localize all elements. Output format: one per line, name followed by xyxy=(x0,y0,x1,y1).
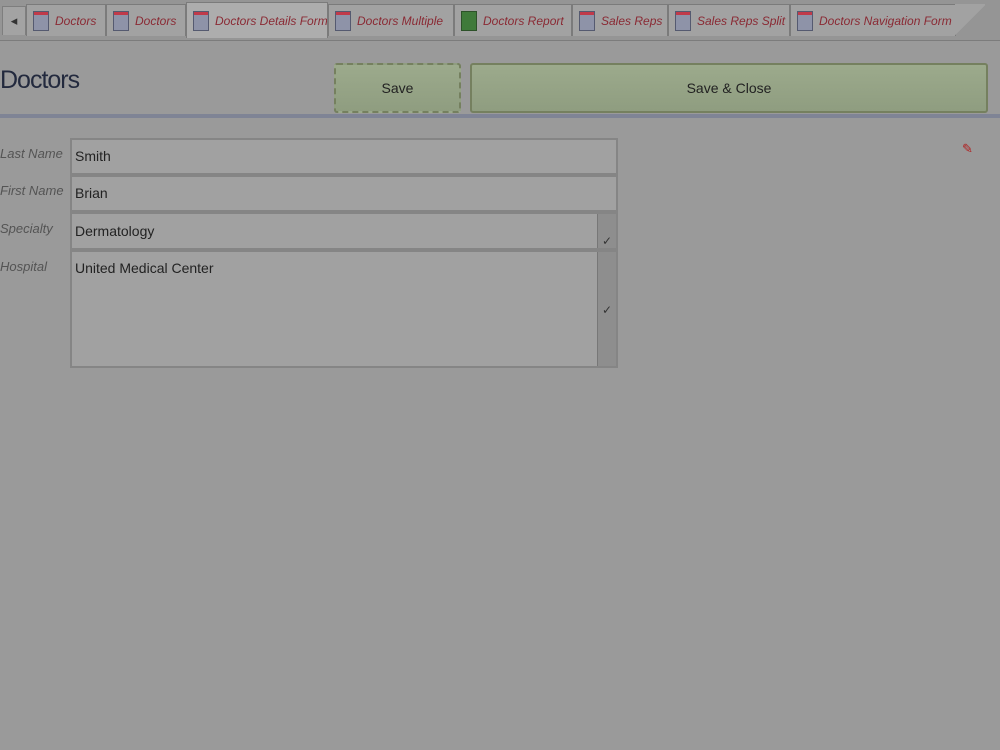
tab-label: Sales Reps xyxy=(601,13,663,28)
form-icon xyxy=(675,10,691,31)
first-name-field[interactable]: Brian xyxy=(70,175,618,212)
form-icon xyxy=(193,10,209,31)
save-and-close-button[interactable]: Save & Close xyxy=(470,63,988,113)
save-button[interactable]: Save xyxy=(334,63,461,113)
tab-strip: ◂ Doctors Doctors Doctors Details Form D… xyxy=(0,0,1000,41)
tab-label: Doctors xyxy=(135,13,177,28)
table-icon xyxy=(113,10,129,31)
tab-label: Doctors xyxy=(55,13,97,28)
specialty-value: Dermatology xyxy=(75,223,155,239)
hospital-value: United Medical Center xyxy=(75,260,214,276)
chevron-down-icon: ✓ xyxy=(601,303,612,317)
form-icon xyxy=(797,10,813,31)
tab-doctors-multiple[interactable]: Doctors Multiple xyxy=(328,4,454,36)
last-name-label: Last Name xyxy=(0,146,63,161)
tab-sales-reps-split[interactable]: Sales Reps Split xyxy=(668,4,790,36)
hospital-scrollbar[interactable]: ✓ xyxy=(597,252,616,366)
hospital-listbox[interactable]: United Medical Center ✓ xyxy=(70,250,618,368)
tab-doctors-navigation-form[interactable]: Doctors Navigation Form xyxy=(790,4,956,36)
tab-label: Sales Reps Split xyxy=(697,13,786,28)
tab-sales-reps[interactable]: Sales Reps xyxy=(572,4,668,36)
specialty-combobox[interactable]: Dermatology ✓ xyxy=(70,212,618,250)
tab-doctors-2[interactable]: Doctors xyxy=(106,4,186,36)
report-icon xyxy=(461,10,477,31)
specialty-label: Specialty xyxy=(0,221,53,236)
first-name-value: Brian xyxy=(75,185,108,201)
tab-doctors-report[interactable]: Doctors Report xyxy=(454,4,572,36)
last-name-field[interactable]: Smith xyxy=(70,138,618,175)
tab-label: Doctors Details Form xyxy=(215,13,328,28)
tab-label: Doctors Navigation Form xyxy=(819,13,952,28)
tab-doctors-details-form[interactable]: Doctors Details Form xyxy=(186,2,328,38)
specialty-dropdown-button[interactable]: ✓ xyxy=(597,214,616,248)
table-icon xyxy=(579,10,595,31)
tab-scroll-left-button[interactable]: ◂ xyxy=(2,6,26,35)
tab-strip-edge xyxy=(955,4,985,36)
tab-label: Doctors Report xyxy=(483,13,564,28)
page-title: Doctors xyxy=(0,66,80,94)
first-name-label: First Name xyxy=(0,183,64,198)
pencil-icon: ✎ xyxy=(962,141,973,156)
tab-label: Doctors Multiple xyxy=(357,13,444,28)
last-name-value: Smith xyxy=(75,148,111,164)
form-icon xyxy=(335,10,351,31)
tab-doctors[interactable]: Doctors xyxy=(26,4,106,36)
table-icon xyxy=(33,10,49,31)
hospital-label: Hospital xyxy=(0,259,47,274)
header-divider xyxy=(0,114,1000,118)
